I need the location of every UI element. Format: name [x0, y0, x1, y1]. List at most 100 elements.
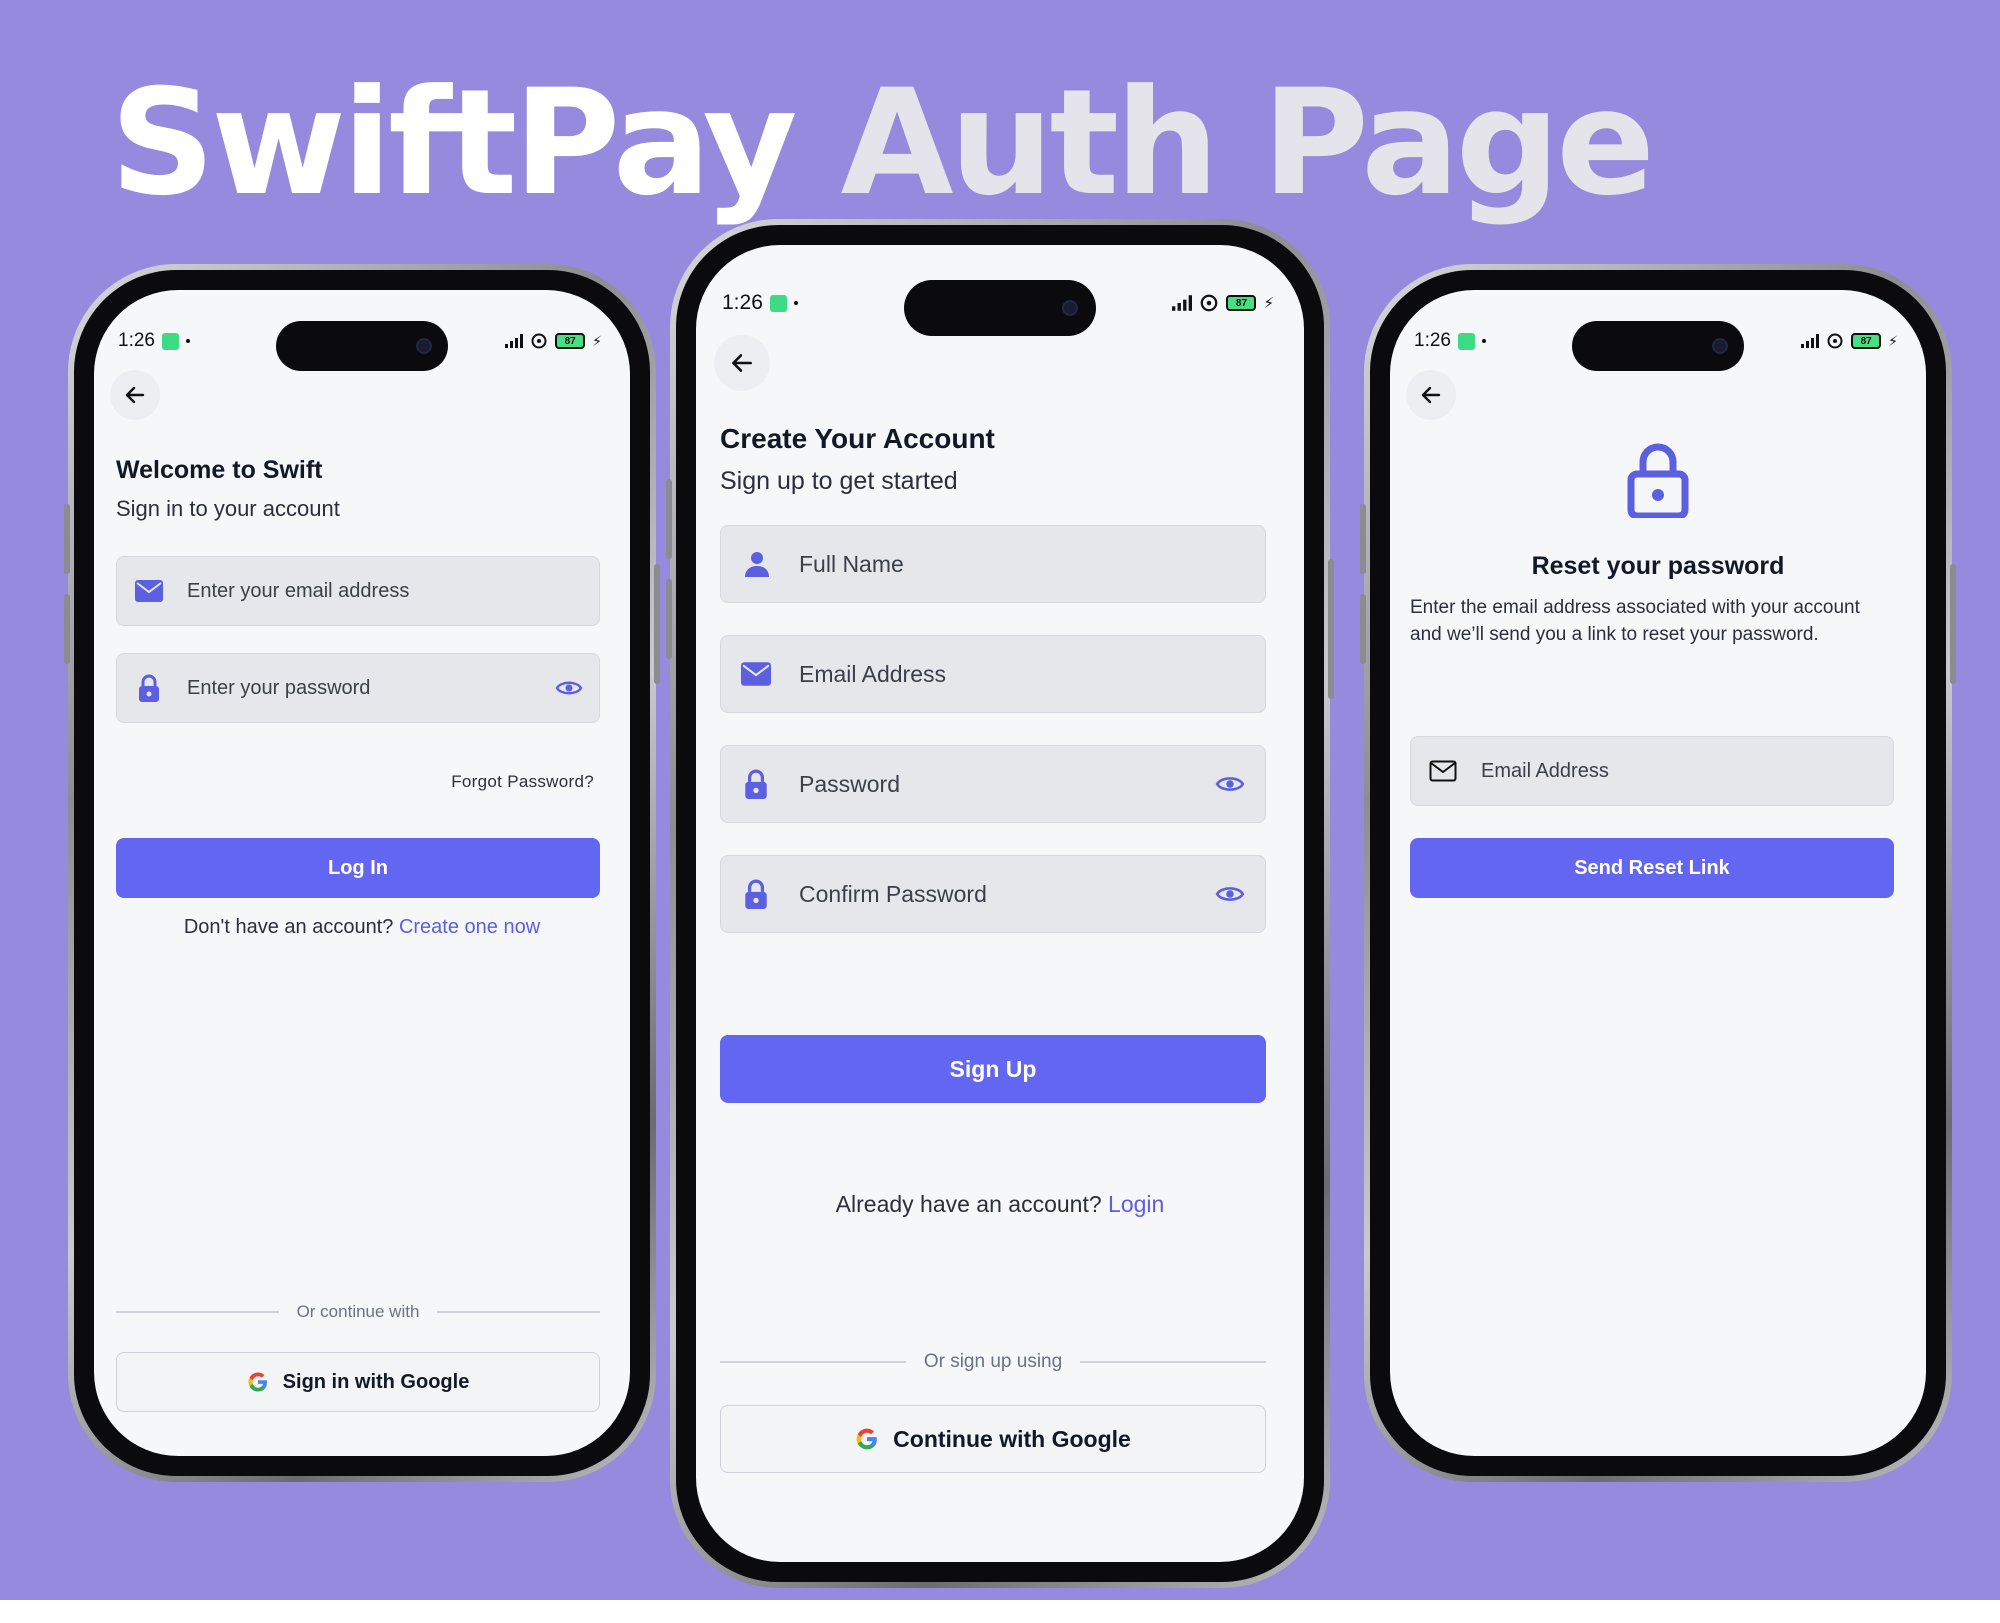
toggle-visibility-button[interactable] — [1215, 883, 1245, 905]
social-divider: Or sign up using — [720, 1351, 1267, 1373]
google-signin-button[interactable]: Sign in with Google — [116, 1352, 600, 1412]
login-prompt: Already have an account? Login — [696, 1191, 1304, 1218]
login-link[interactable]: Login — [1108, 1191, 1164, 1217]
mail-icon — [741, 662, 771, 686]
android-icon — [769, 294, 787, 312]
eye-icon — [1215, 777, 1245, 791]
password-placeholder: Enter your password — [187, 676, 371, 699]
phone-reset: 1:26 87 ⚡ Reset your password Enter the … — [1360, 264, 1956, 1482]
back-button[interactable] — [714, 335, 770, 391]
forgot-password-link[interactable]: Forgot Password? — [451, 772, 594, 792]
arrow-left-icon — [1421, 386, 1441, 404]
google-button-label: Sign in with Google — [282, 1370, 470, 1393]
user-icon — [745, 552, 769, 577]
headline: SwiftPay Auth Page — [110, 58, 1656, 228]
power-button — [1950, 564, 1956, 684]
status-time: 1:26 — [1414, 330, 1451, 351]
phone-login: 1:26 87 ⚡ Welcome to Swift Sign in to yo… — [64, 264, 660, 1482]
google-icon — [248, 1372, 267, 1392]
signup-prompt: Don't have an account? Create one now — [94, 916, 630, 939]
have-account-text: Already have an account? — [835, 1191, 1102, 1217]
email-field[interactable]: Enter your email address — [116, 556, 600, 626]
email-placeholder: Email Address — [1481, 759, 1609, 782]
mail-outline-icon — [1429, 760, 1457, 782]
volume-button — [1360, 504, 1366, 574]
settings-flower-icon — [1201, 294, 1218, 312]
android-icon — [1457, 332, 1475, 350]
headline-suffix: Auth Page — [840, 58, 1656, 228]
email-placeholder: Email Address — [799, 660, 947, 687]
volume-button — [666, 479, 672, 559]
volume-button — [666, 579, 672, 659]
status-bar: 1:26 87 ⚡ — [696, 291, 1304, 315]
back-button[interactable] — [1406, 370, 1456, 420]
divider-label: Or sign up using — [923, 1351, 1063, 1372]
charging-icon: ⚡ — [1263, 295, 1274, 312]
settings-flower-icon — [531, 333, 547, 349]
google-icon — [856, 1428, 877, 1450]
status-bar: 1:26 87 ⚡ — [1390, 330, 1926, 352]
password-field[interactable]: Password — [720, 745, 1266, 823]
notification-dot-icon — [793, 301, 798, 305]
status-bar: 1:26 87 ⚡ — [94, 330, 630, 352]
login-screen: 1:26 87 ⚡ Welcome to Swift Sign in to yo… — [94, 290, 630, 1456]
battery-icon: 87 — [555, 333, 586, 349]
padlock-icon — [1627, 443, 1689, 520]
lock-icon — [139, 674, 159, 702]
volume-button — [64, 504, 70, 574]
android-icon — [161, 332, 179, 350]
eye-icon — [1215, 887, 1245, 901]
status-time: 1:26 — [722, 291, 763, 314]
back-button[interactable] — [110, 370, 160, 420]
page-title: Reset your password — [1531, 552, 1785, 580]
page-subtitle: Sign up to get started — [720, 467, 958, 495]
fullname-field[interactable]: Full Name — [720, 525, 1266, 603]
password-placeholder: Password — [799, 770, 900, 797]
battery-icon: 87 — [1226, 295, 1257, 311]
lock-icon — [745, 879, 767, 909]
eye-icon — [555, 681, 583, 695]
social-divider: Or continue with — [116, 1302, 600, 1322]
google-button-label: Continue with Google — [893, 1425, 1131, 1452]
page-title: Create Your Account — [720, 423, 995, 454]
lock-icon — [745, 769, 767, 799]
signal-icon — [505, 334, 524, 348]
mail-icon — [135, 580, 163, 602]
reset-description: Enter the email address associated with … — [1410, 597, 1860, 645]
email-field[interactable]: Email Address — [1410, 736, 1894, 806]
page-subtitle: Sign in to your account — [116, 496, 340, 521]
create-account-link[interactable]: Create one now — [399, 916, 540, 938]
lock-hero-icon — [1627, 442, 1689, 523]
confirm-password-placeholder: Confirm Password — [799, 880, 987, 907]
email-placeholder: Enter your email address — [187, 579, 410, 602]
headline-brand: SwiftPay — [110, 58, 798, 228]
notification-dot-icon — [185, 339, 190, 343]
signup-screen: 1:26 87 ⚡ Create Your Account Sign up to… — [696, 245, 1304, 1562]
divider-label: Or continue with — [296, 1302, 420, 1321]
status-time: 1:26 — [118, 330, 155, 351]
power-button — [654, 564, 660, 684]
phone-signup: 1:26 87 ⚡ Create Your Account Sign up to… — [666, 219, 1334, 1588]
toggle-visibility-button[interactable] — [1215, 773, 1245, 795]
password-field[interactable]: Enter your password — [116, 653, 600, 723]
google-signup-button[interactable]: Continue with Google — [720, 1405, 1266, 1473]
send-reset-link-button[interactable]: Send Reset Link — [1410, 838, 1894, 898]
arrow-left-icon — [732, 354, 752, 372]
reset-screen: 1:26 87 ⚡ Reset your password Enter the … — [1390, 290, 1926, 1456]
charging-icon: ⚡ — [1888, 332, 1898, 349]
toggle-visibility-button[interactable] — [555, 678, 583, 698]
login-button[interactable]: Log In — [116, 838, 600, 898]
confirm-password-field[interactable]: Confirm Password — [720, 855, 1266, 933]
signal-icon — [1801, 334, 1820, 348]
charging-icon: ⚡ — [592, 332, 602, 349]
email-field[interactable]: Email Address — [720, 635, 1266, 713]
signup-button[interactable]: Sign Up — [720, 1035, 1266, 1103]
settings-flower-icon — [1827, 333, 1843, 349]
signal-icon — [1172, 295, 1193, 311]
no-account-text: Don't have an account? — [183, 916, 394, 938]
power-button — [1328, 559, 1334, 699]
arrow-left-icon — [125, 386, 145, 404]
page-title: Welcome to Swift — [116, 456, 323, 484]
showcase-background: SwiftPay Auth Page 1:26 87 ⚡ Welcome to … — [0, 0, 2000, 1600]
notification-dot-icon — [1481, 339, 1486, 343]
